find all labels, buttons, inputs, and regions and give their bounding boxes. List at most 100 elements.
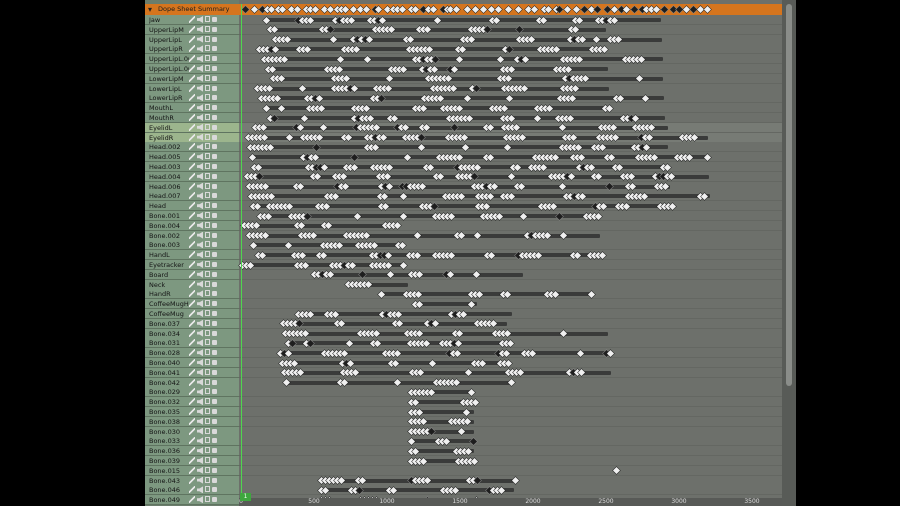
channel-row[interactable]: Bone.002 bbox=[145, 230, 239, 241]
checkbox-icon[interactable] bbox=[205, 45, 210, 52]
keyframe-track[interactable] bbox=[239, 407, 782, 417]
speaker-icon[interactable] bbox=[197, 349, 203, 357]
keyframe-track[interactable] bbox=[239, 299, 782, 310]
lock-icon[interactable] bbox=[212, 350, 217, 356]
wrench-icon[interactable] bbox=[189, 476, 195, 484]
speaker-icon[interactable] bbox=[197, 84, 203, 92]
keyframe-track[interactable] bbox=[239, 436, 782, 447]
channel-row[interactable]: Bone.035 bbox=[145, 407, 239, 417]
wrench-icon[interactable] bbox=[189, 280, 195, 288]
speaker-icon[interactable] bbox=[197, 45, 203, 53]
checkbox-icon[interactable] bbox=[205, 84, 210, 91]
checkbox-icon[interactable] bbox=[205, 163, 210, 169]
wrench-icon[interactable] bbox=[189, 163, 195, 170]
wrench-icon[interactable] bbox=[189, 290, 195, 298]
channel-row[interactable]: Bone.043 bbox=[145, 475, 239, 486]
lock-icon[interactable] bbox=[212, 154, 217, 160]
keyframe-track[interactable] bbox=[239, 397, 782, 408]
speaker-icon[interactable] bbox=[197, 35, 203, 43]
keyframe-hold-bar[interactable] bbox=[282, 370, 612, 375]
speaker-icon[interactable] bbox=[197, 496, 203, 504]
keyframe-track[interactable] bbox=[239, 456, 782, 466]
channel-row[interactable]: Bone.046 bbox=[145, 485, 239, 496]
checkbox-icon[interactable] bbox=[205, 192, 210, 199]
wrench-icon[interactable] bbox=[189, 74, 195, 82]
speaker-icon[interactable] bbox=[197, 359, 203, 366]
channel-row[interactable]: Bone.034 bbox=[145, 328, 239, 339]
speaker-icon[interactable] bbox=[197, 251, 203, 259]
keyframe-timeline[interactable]: 0 500 1000 1500 2000 2500 3000 3500 1 bbox=[239, 0, 782, 506]
wrench-icon[interactable] bbox=[189, 457, 195, 464]
wrench-icon[interactable] bbox=[189, 388, 195, 396]
lock-icon[interactable] bbox=[212, 56, 217, 62]
wrench-icon[interactable] bbox=[189, 319, 195, 327]
lock-icon[interactable] bbox=[212, 173, 217, 179]
checkbox-icon[interactable] bbox=[205, 182, 210, 189]
wrench-icon[interactable] bbox=[189, 241, 195, 249]
speaker-icon[interactable] bbox=[197, 74, 203, 82]
wrench-icon[interactable] bbox=[189, 25, 195, 33]
lock-icon[interactable] bbox=[212, 369, 217, 375]
keyframe-hold-bar[interactable] bbox=[285, 341, 509, 346]
summary-keyframe[interactable] bbox=[563, 5, 571, 14]
keyframe-track[interactable] bbox=[239, 416, 782, 427]
lock-icon[interactable] bbox=[212, 144, 217, 150]
channel-row[interactable]: Bone.030 bbox=[145, 426, 239, 437]
checkbox-icon[interactable] bbox=[205, 398, 210, 405]
checkbox-icon[interactable] bbox=[205, 359, 210, 365]
checkbox-icon[interactable] bbox=[205, 310, 210, 316]
checkbox-icon[interactable] bbox=[205, 290, 210, 297]
checkbox-icon[interactable] bbox=[205, 123, 210, 130]
summary-keyframe[interactable] bbox=[545, 5, 553, 14]
wrench-icon[interactable] bbox=[189, 398, 195, 406]
speaker-icon[interactable] bbox=[197, 261, 203, 268]
channel-row[interactable]: LowerLipL bbox=[145, 83, 239, 94]
checkbox-icon[interactable] bbox=[205, 339, 210, 346]
lock-icon[interactable] bbox=[212, 46, 217, 52]
channel-row[interactable]: Head.002 bbox=[145, 142, 239, 153]
channel-row[interactable]: MouthR bbox=[145, 113, 239, 123]
wrench-icon[interactable] bbox=[189, 172, 195, 180]
lock-icon[interactable] bbox=[212, 213, 217, 218]
checkbox-icon[interactable] bbox=[205, 202, 210, 209]
lock-icon[interactable] bbox=[212, 320, 217, 326]
checkbox-icon[interactable] bbox=[205, 143, 210, 150]
channel-row[interactable]: Bone.032 bbox=[145, 397, 239, 408]
summary-keyframe[interactable] bbox=[349, 5, 357, 14]
keyframe-track[interactable] bbox=[239, 465, 782, 476]
lock-icon[interactable] bbox=[212, 164, 217, 169]
channel-row[interactable]: Bone.041 bbox=[145, 367, 239, 378]
dope-sheet-summary-channel[interactable]: ▾ Dope Sheet Summary bbox=[145, 4, 239, 15]
summary-keyframe[interactable] bbox=[279, 5, 287, 14]
keyframe-track[interactable] bbox=[239, 446, 782, 457]
summary-keyframe[interactable] bbox=[689, 5, 697, 14]
checkbox-icon[interactable] bbox=[205, 74, 210, 81]
summary-keyframe[interactable] bbox=[661, 5, 669, 14]
wrench-icon[interactable] bbox=[189, 270, 195, 278]
lock-icon[interactable] bbox=[212, 17, 217, 22]
wrench-icon[interactable] bbox=[189, 378, 195, 386]
keyframe-hold-bar[interactable] bbox=[270, 76, 664, 81]
checkbox-icon[interactable] bbox=[205, 280, 210, 287]
wrench-icon[interactable] bbox=[189, 496, 195, 504]
checkbox-icon[interactable] bbox=[205, 35, 210, 42]
summary-keyframe[interactable] bbox=[494, 5, 503, 14]
channel-row[interactable]: Bone.004 bbox=[145, 220, 239, 231]
speaker-icon[interactable] bbox=[197, 231, 203, 239]
lock-icon[interactable] bbox=[212, 105, 217, 111]
summary-keyframe[interactable] bbox=[580, 5, 588, 14]
summary-keyframe[interactable] bbox=[623, 5, 631, 14]
speaker-icon[interactable] bbox=[197, 368, 203, 376]
wrench-icon[interactable] bbox=[189, 104, 195, 112]
channel-row[interactable]: Eyetracker bbox=[145, 260, 239, 270]
checkbox-icon[interactable] bbox=[205, 153, 210, 160]
keyframe-hold-bar[interactable] bbox=[255, 253, 604, 258]
channel-row[interactable]: Bone.049 bbox=[145, 495, 239, 506]
wrench-icon[interactable] bbox=[189, 143, 195, 151]
checkbox-icon[interactable] bbox=[205, 172, 210, 179]
wrench-icon[interactable] bbox=[189, 251, 195, 259]
lock-icon[interactable] bbox=[212, 438, 217, 444]
checkbox-icon[interactable] bbox=[205, 349, 210, 356]
checkbox-icon[interactable] bbox=[205, 231, 210, 238]
lock-icon[interactable] bbox=[212, 26, 217, 32]
